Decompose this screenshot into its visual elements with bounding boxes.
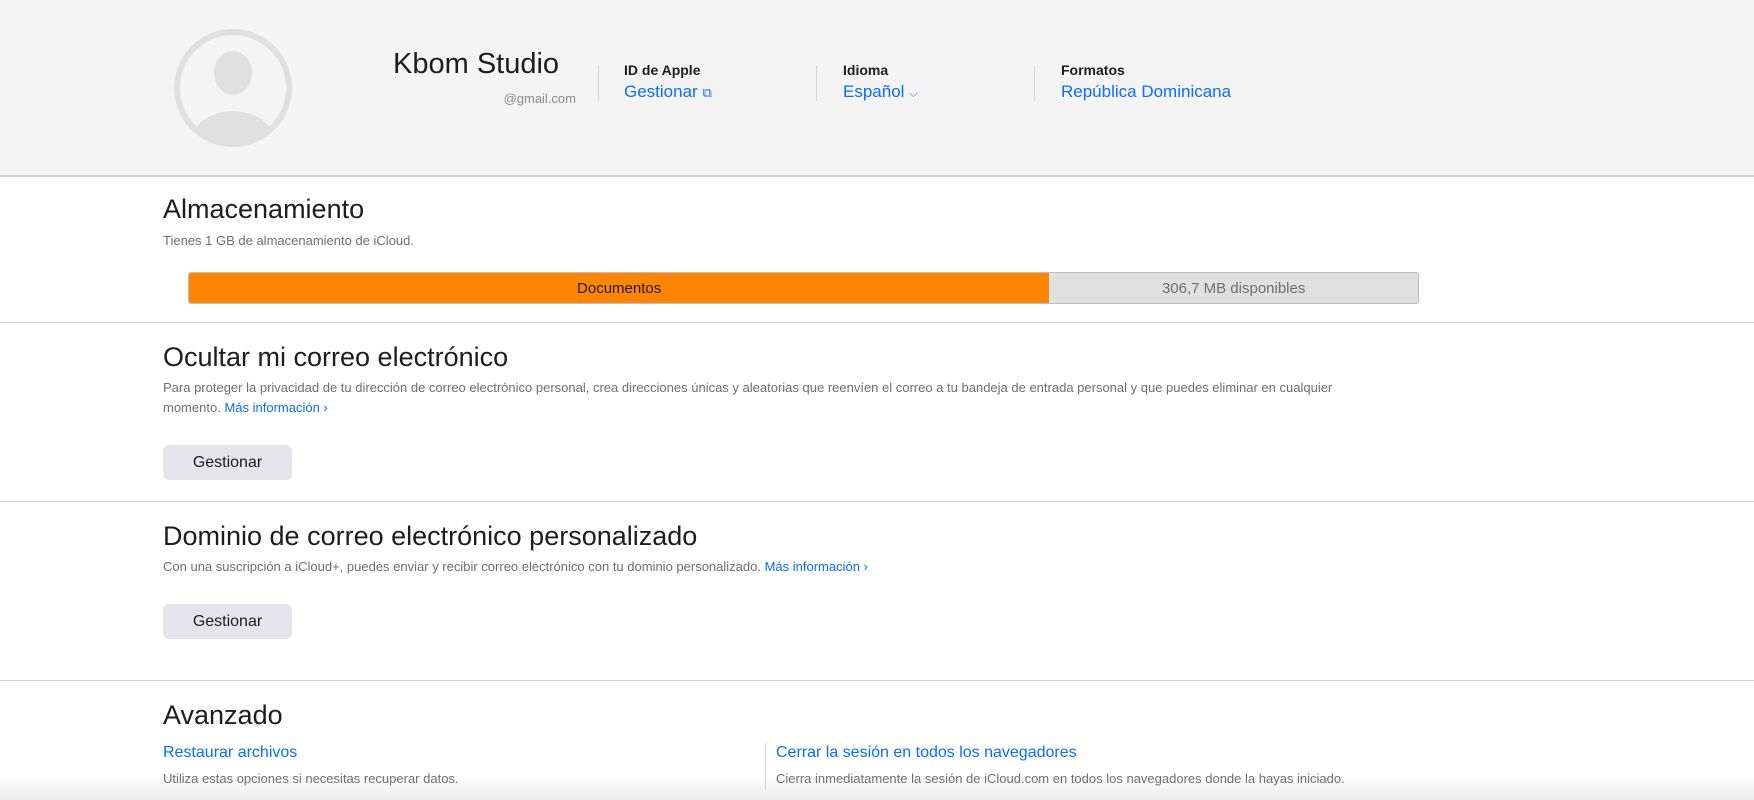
divider (0, 680, 1754, 681)
hide-email-text-line1: Para proteger la privacidad de tu direcc… (163, 380, 1333, 395)
external-link-icon: ⧉ (702, 85, 712, 100)
chevron-right-icon: › (323, 400, 328, 415)
more-link-text: Más información (224, 400, 320, 415)
user-name: Kbom Studio (393, 48, 560, 80)
storage-bar-used: Documentos (189, 273, 1050, 303)
hide-email-text-line2: momento. (163, 400, 221, 415)
formats-label: Formatos (1061, 62, 1125, 78)
apple-id-manage-text: Gestionar (624, 82, 698, 101)
apple-id-label: ID de Apple (624, 62, 701, 78)
restore-files-text: Utiliza estas opciones si necesitas recu… (163, 771, 459, 786)
custom-domain-text: Con una suscripción a iCloud+, puedes en… (163, 559, 761, 574)
hide-email-title: Ocultar mi correo electrónico (163, 342, 509, 372)
divider (1034, 66, 1035, 101)
sign-out-all-link[interactable]: Cerrar la sesión en todos los navegadore… (776, 744, 1077, 762)
advanced-title: Avanzado (163, 700, 283, 730)
language-label: Idioma (843, 62, 889, 78)
storage-subtitle: Tienes 1 GB de almacenamiento de iCloud. (163, 233, 414, 248)
hide-email-more-link[interactable]: Más información › (224, 400, 327, 415)
custom-domain-title: Dominio de correo electrónico personaliz… (163, 521, 698, 551)
avatar (174, 29, 292, 147)
divider (0, 501, 1754, 502)
divider (816, 66, 817, 101)
restore-files-link[interactable]: Restaurar archivos (163, 744, 297, 762)
language-value: Español (843, 82, 905, 101)
more-link-text: Más información (764, 559, 860, 574)
sign-out-all-text: Cierra inmediatamente la sesión de iClou… (776, 771, 1345, 786)
custom-domain-more-link[interactable]: Más información › (765, 559, 868, 574)
account-header: Kbom Studio @gmail.com ID de Apple Gesti… (0, 0, 1754, 177)
chevron-right-icon: › (863, 559, 868, 574)
divider (765, 743, 766, 790)
storage-bar: Documentos 306,7 MB disponibles (188, 272, 1419, 304)
hide-email-manage-button[interactable]: Gestionar (163, 445, 292, 480)
custom-domain-manage-button[interactable]: Gestionar (163, 604, 292, 639)
language-dropdown[interactable]: Español ⌵ (843, 82, 918, 102)
divider (0, 322, 1754, 323)
chevron-down-icon: ⌵ (909, 88, 918, 100)
storage-title: Almacenamiento (163, 194, 365, 224)
divider (598, 66, 599, 101)
storage-bar-free: 306,7 MB disponibles (1161, 279, 1306, 297)
apple-id-manage-link[interactable]: Gestionar ⧉ (624, 82, 712, 102)
user-email: @gmail.com (503, 91, 576, 106)
formats-link[interactable]: República Dominicana (1061, 82, 1231, 102)
